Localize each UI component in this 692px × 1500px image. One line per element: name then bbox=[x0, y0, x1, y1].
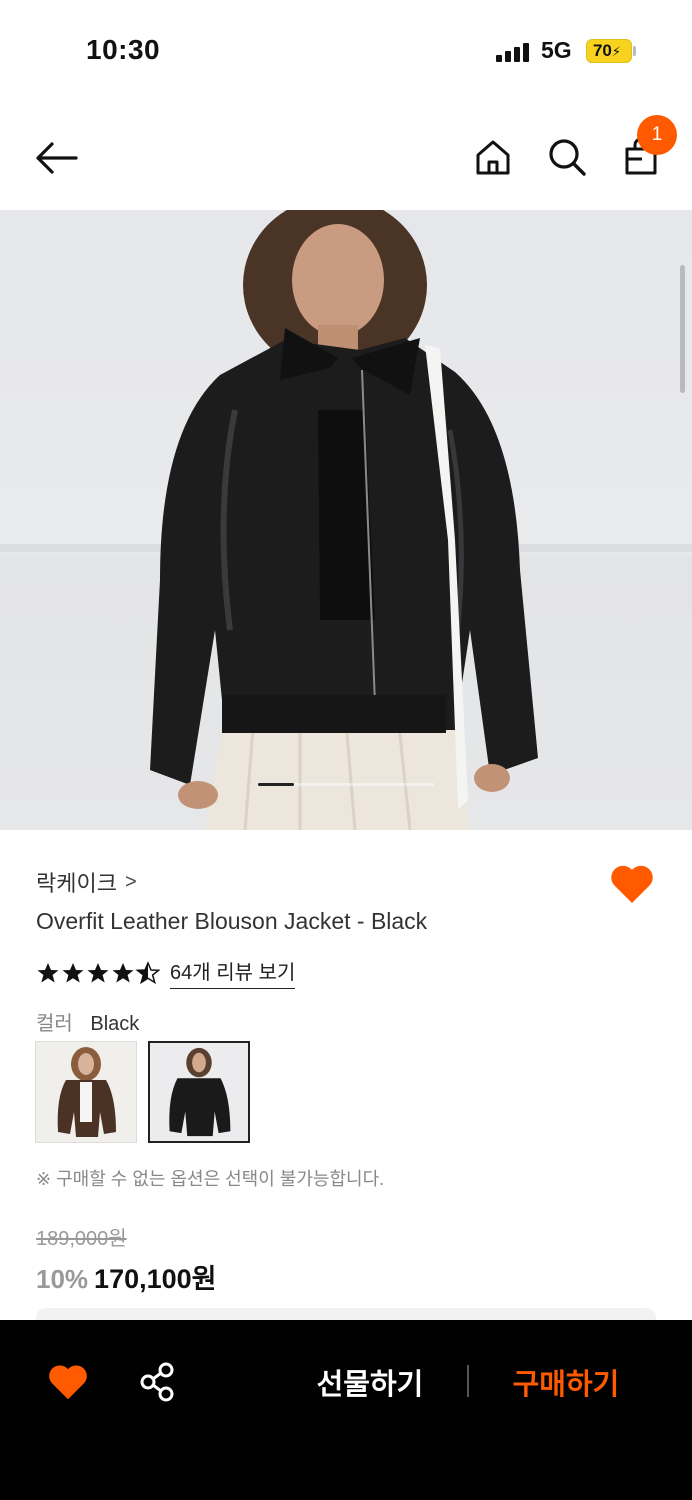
color-row: 컬러 Black bbox=[36, 1007, 139, 1036]
top-nav bbox=[0, 110, 692, 206]
color-label: 컬러 bbox=[36, 1013, 73, 1035]
star-icon bbox=[87, 962, 109, 982]
swatch-thumbnail bbox=[36, 1042, 136, 1142]
network-label: 5G bbox=[541, 37, 572, 63]
discount-rate: 10% bbox=[36, 1264, 89, 1294]
battery-level: 70 bbox=[592, 41, 612, 60]
bottom-bar-divider bbox=[467, 1365, 469, 1397]
heart-icon bbox=[611, 865, 653, 903]
gift-button[interactable]: 선물하기 bbox=[300, 1360, 440, 1404]
product-image[interactable] bbox=[0, 210, 692, 830]
cart-count-badge: 1 bbox=[637, 115, 677, 155]
swatch-thumbnail bbox=[150, 1043, 248, 1141]
star-icon bbox=[112, 962, 134, 982]
scroll-indicator bbox=[680, 265, 685, 393]
share-button[interactable] bbox=[136, 1360, 180, 1404]
brand-name: 락케이크 bbox=[36, 871, 117, 896]
status-bar: 10:30 5G 70⚡ bbox=[0, 0, 692, 100]
back-arrow-icon bbox=[36, 142, 78, 174]
review-link[interactable]: 64개 리뷰 보기 bbox=[170, 956, 296, 989]
sale-price: 170,100원 bbox=[94, 1264, 217, 1294]
signal-icon bbox=[496, 42, 530, 62]
rating-row: 64개 리뷰 보기 bbox=[36, 956, 296, 989]
battery-icon: 70⚡ bbox=[586, 39, 632, 63]
bottom-action-bar: 선물하기 구매하기 bbox=[0, 1320, 692, 1500]
battery-cap bbox=[633, 46, 636, 56]
wishlist-button[interactable] bbox=[609, 862, 655, 906]
heart-icon bbox=[49, 1365, 87, 1400]
product-title: Overfit Leather Blouson Jacket - Black bbox=[36, 908, 428, 934]
original-price: 189,000원 bbox=[36, 1228, 127, 1250]
share-icon bbox=[140, 1362, 174, 1402]
gallery-pager-track bbox=[294, 783, 434, 786]
bottom-wishlist-button[interactable] bbox=[46, 1362, 90, 1402]
star-half-icon bbox=[136, 960, 160, 984]
gallery-pager-active bbox=[258, 783, 294, 786]
product-photo bbox=[0, 210, 692, 830]
option-note: ※ 구매할 수 없는 옵션은 선택이 불가능합니다. bbox=[36, 1169, 385, 1189]
color-swatch-brown[interactable] bbox=[35, 1041, 137, 1143]
star-icon bbox=[62, 962, 84, 982]
search-icon bbox=[549, 139, 586, 176]
price-row: 10% 170,100원 bbox=[36, 1257, 217, 1296]
back-button[interactable] bbox=[30, 136, 82, 180]
color-value: Black bbox=[90, 1013, 140, 1035]
star-icon bbox=[37, 962, 59, 982]
brand-link[interactable]: 락케이크 > bbox=[36, 866, 137, 898]
chevron-right-icon: > bbox=[124, 870, 137, 893]
home-button[interactable] bbox=[470, 134, 516, 180]
search-button[interactable] bbox=[544, 134, 590, 180]
buy-button[interactable]: 구매하기 bbox=[496, 1360, 636, 1404]
color-swatch-black[interactable] bbox=[148, 1041, 250, 1143]
status-time: 10:30 bbox=[86, 34, 161, 65]
rating-stars bbox=[36, 960, 160, 985]
home-icon bbox=[476, 140, 510, 175]
